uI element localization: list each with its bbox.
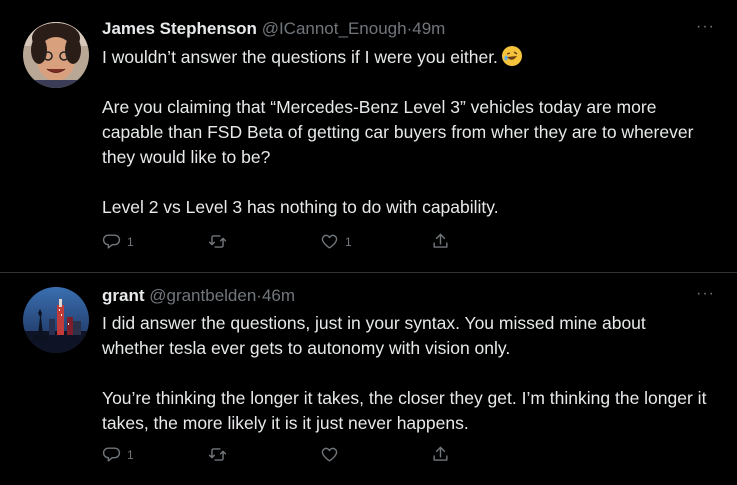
avatar-image [23,287,89,353]
avatar-image [23,22,89,88]
display-name[interactable]: James Stephenson [102,19,257,38]
more-icon[interactable]: ··· [696,18,715,36]
reply-button[interactable]: 1 [102,445,134,464]
paragraph-text: I wouldn’t answer the questions if I wer… [102,47,498,67]
tweet-paragraph: I did answer the questions, just in your… [102,313,646,358]
tweet-paragraph: Level 2 vs Level 3 has nothing to do wit… [102,197,499,217]
display-name[interactable]: grant [102,286,145,305]
retweet-icon [208,448,227,461]
avatar[interactable] [23,287,89,353]
tweet[interactable]: James Stephenson @ICannot_Enough·49m ···… [0,0,737,272]
share-button[interactable] [431,232,450,251]
tweet-header: grant @grantbelden·46m [102,286,295,306]
timestamp[interactable]: 46m [262,286,295,305]
retweet-button[interactable] [208,445,233,464]
user-handle[interactable]: @grantbelden [149,286,256,305]
retweet-button[interactable] [208,232,233,251]
tweet-paragraph: I wouldn’t answer the questions if I wer… [102,45,712,70]
tweet-header: James Stephenson @ICannot_Enough·49m [102,19,445,39]
reply-count: 1 [127,234,134,249]
user-handle[interactable]: @ICannot_Enough [262,19,407,38]
tweet-paragraph: You’re thinking the longer it takes, the… [102,388,707,433]
reply-icon [102,234,121,249]
heart-icon [321,447,338,462]
share-button[interactable] [431,445,450,464]
tweet[interactable]: grant @grantbelden·46m ··· I did answer … [0,273,737,485]
like-button[interactable] [320,445,345,464]
retweet-icon [208,235,227,248]
like-button[interactable]: 1 [320,232,352,251]
reply-button[interactable]: 1 [102,232,134,251]
reply-count: 1 [127,447,134,462]
laughing-emoji-icon [501,46,522,66]
tweet-actions: 1 [102,445,462,465]
avatar[interactable] [23,22,89,88]
heart-icon [321,234,338,249]
share-icon [433,446,448,461]
like-count: 1 [345,234,352,249]
tweet-paragraph: Are you claiming that “Mercedes-Benz Lev… [102,97,694,167]
timestamp[interactable]: 49m [412,19,445,38]
reply-icon [102,447,121,462]
share-icon [433,233,448,248]
more-icon[interactable]: ··· [696,285,715,303]
tweet-text: I did answer the questions, just in your… [102,311,712,436]
tweet-text: I wouldn’t answer the questions if I wer… [102,45,712,220]
tweet-actions: 1 1 [102,232,462,252]
